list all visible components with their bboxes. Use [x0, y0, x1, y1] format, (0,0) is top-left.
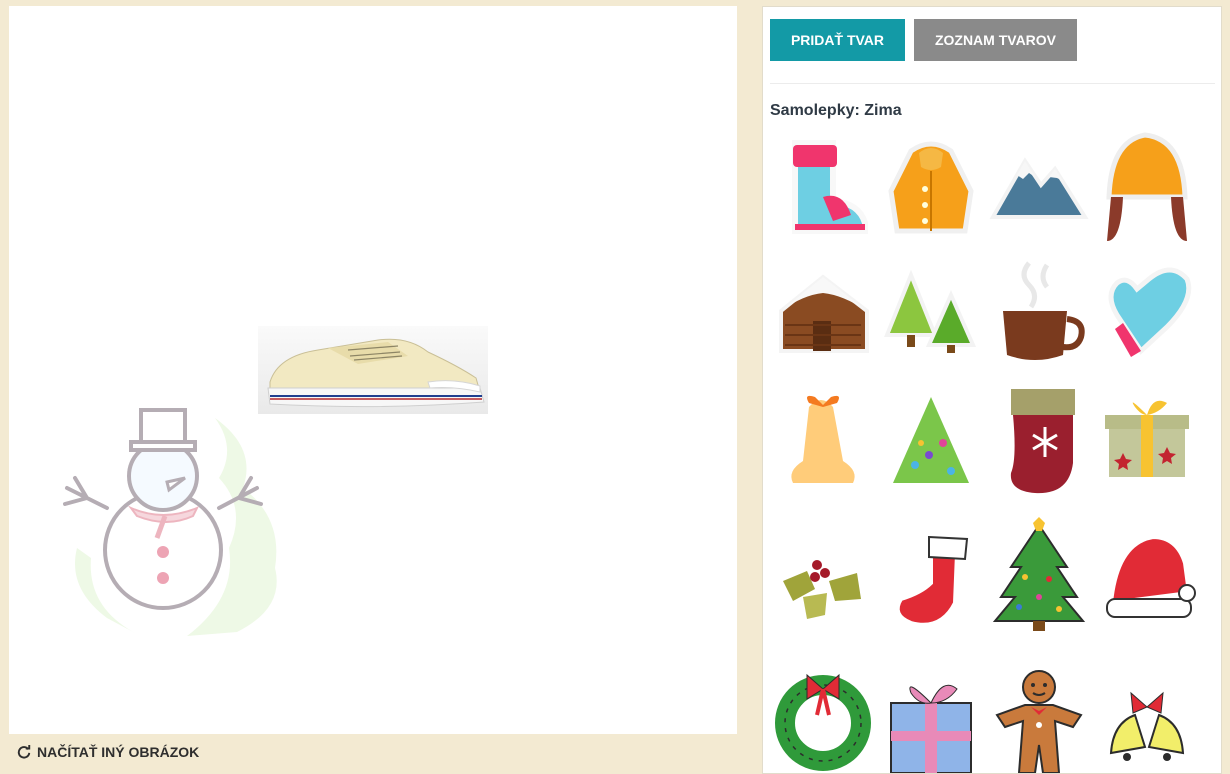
shoe-image[interactable]: [258, 326, 488, 414]
christmas-tree-icon[interactable]: [989, 517, 1089, 633]
stocking-icon[interactable]: [989, 383, 1089, 499]
mountain-icon[interactable]: [989, 131, 1089, 247]
red-stocking-icon[interactable]: [881, 523, 981, 639]
present-icon[interactable]: [881, 663, 981, 773]
gift-icon[interactable]: [1097, 383, 1197, 499]
sticker-panel: PRIDAŤ TVAR ZOZNAM TVAROV Samolepky: Zim…: [762, 6, 1222, 774]
small-tree-icon[interactable]: [881, 383, 981, 499]
mitten-icon[interactable]: [1097, 255, 1197, 371]
reload-image-button[interactable]: NAČÍTAŤ INÝ OBRÁZOK: [17, 742, 199, 762]
section-title: Samolepky: Zima: [770, 102, 902, 119]
hot-cocoa-icon[interactable]: [989, 255, 1089, 371]
pine-trees-icon[interactable]: [881, 255, 981, 371]
image-canvas[interactable]: [9, 6, 737, 734]
refresh-icon: [17, 745, 31, 759]
wreath-icon[interactable]: [773, 663, 873, 773]
divider: [770, 83, 1215, 84]
add-shape-button[interactable]: PRIDAŤ TVAR: [770, 19, 905, 61]
holly-icon[interactable]: [773, 523, 873, 639]
shape-list-button[interactable]: ZOZNAM TVAROV: [914, 19, 1077, 61]
santa-hat-icon[interactable]: [1097, 523, 1197, 639]
cabin-icon[interactable]: [773, 255, 873, 371]
jingle-bells-icon[interactable]: [1097, 663, 1197, 773]
winter-hat-icon[interactable]: [1097, 131, 1197, 247]
jacket-icon[interactable]: [881, 131, 981, 247]
boot-icon[interactable]: [773, 131, 873, 247]
reload-image-label: NAČÍTAŤ INÝ OBRÁZOK: [37, 744, 200, 760]
gingerbread-man-icon[interactable]: [989, 663, 1089, 773]
bell-icon[interactable]: [773, 383, 873, 499]
snowman-sticker[interactable]: [47, 398, 287, 638]
